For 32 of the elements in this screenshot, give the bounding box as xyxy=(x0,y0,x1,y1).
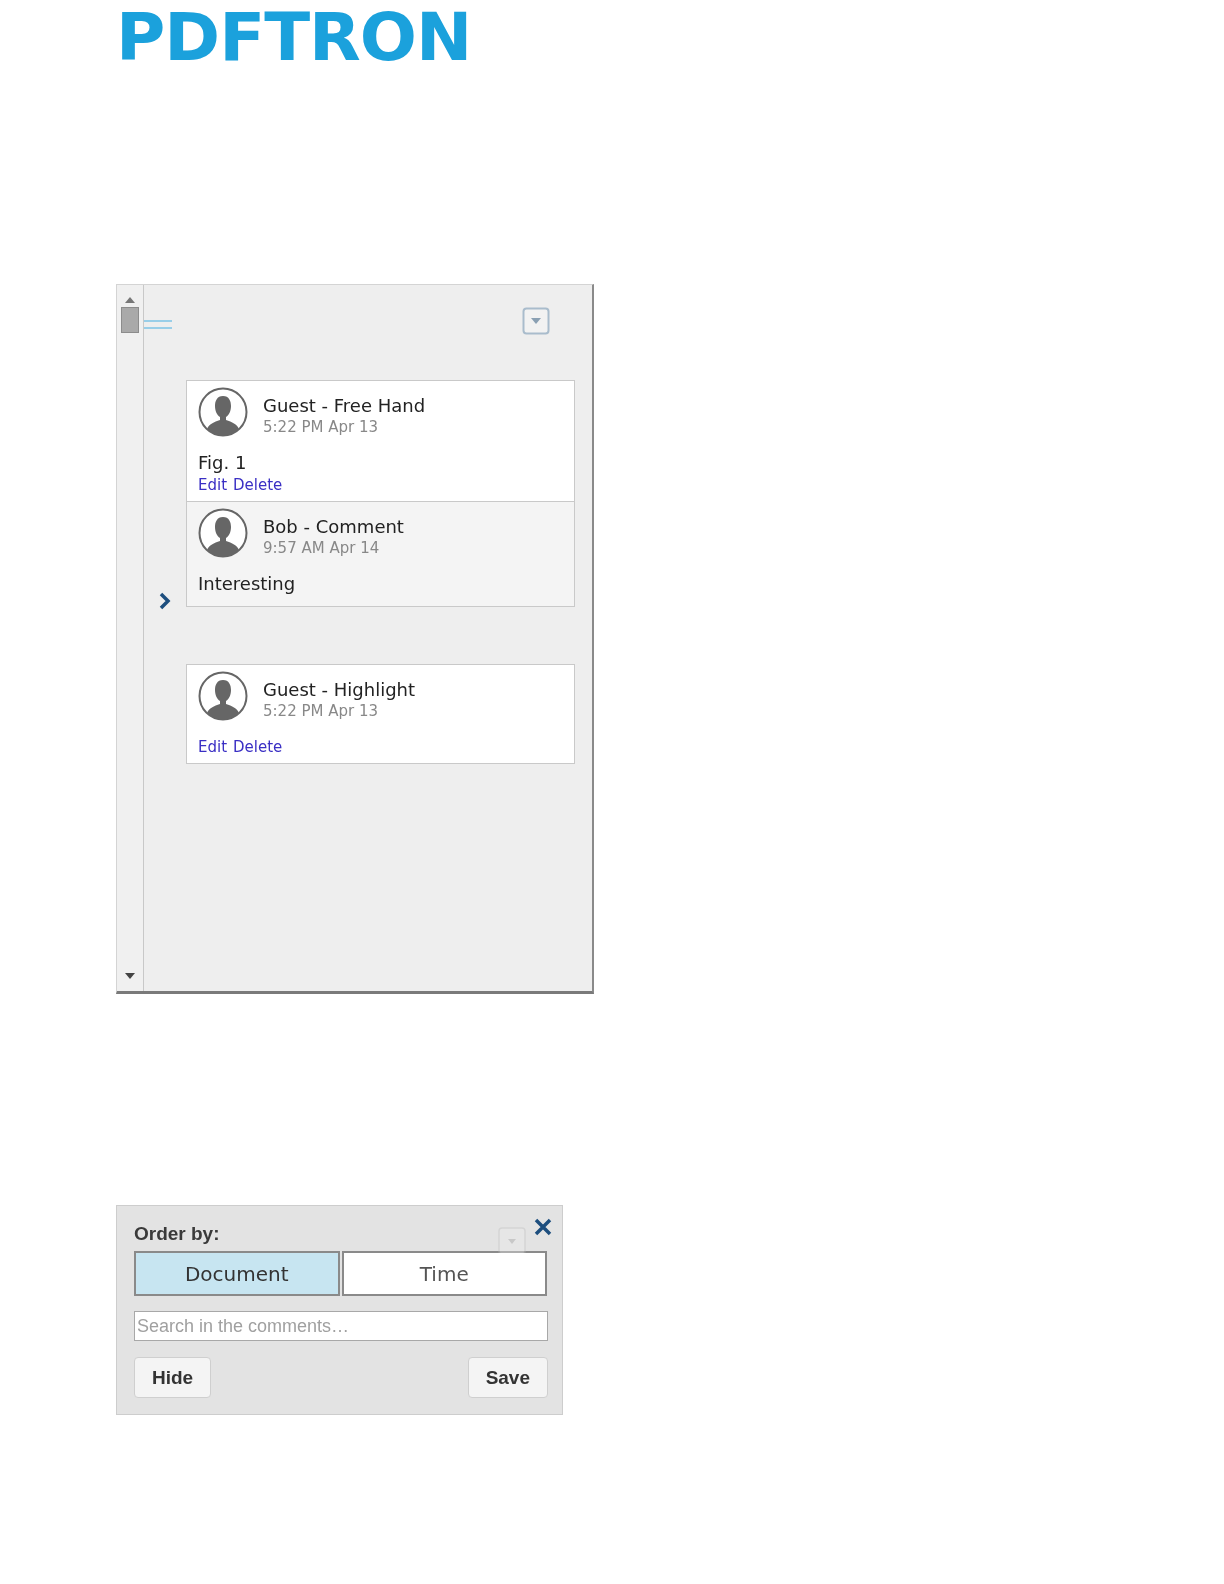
reply-card[interactable]: Bob - Comment 9:57 AM Apr 14 Interesting xyxy=(186,502,575,607)
hide-button[interactable]: Hide xyxy=(134,1357,212,1398)
avatar-icon xyxy=(198,508,248,558)
delete-link[interactable]: Delete xyxy=(233,475,283,495)
order-by-label: Order by: xyxy=(134,1223,220,1245)
close-icon[interactable] xyxy=(534,1218,552,1236)
save-button[interactable]: Save xyxy=(467,1357,548,1398)
comment-text: Fig. 1 xyxy=(198,451,248,475)
sort-tab[interactable]: Time xyxy=(341,1251,547,1296)
timestamp: 5:22 PM Apr 13 xyxy=(263,701,379,721)
scroll-down-icon[interactable] xyxy=(125,973,135,979)
timestamp: 9:57 AM Apr 14 xyxy=(263,538,381,558)
comment-card[interactable]: Guest - Highlight 5:22 PM Apr 13 Edit Delete xyxy=(186,664,575,764)
edit-link[interactable]: Edit xyxy=(198,737,228,757)
scroll-up-icon[interactable] xyxy=(125,297,135,303)
chevron-icon[interactable] xyxy=(158,591,172,611)
avatar-icon xyxy=(198,671,248,721)
sort-tab[interactable]: Document xyxy=(134,1251,340,1296)
menu-icon[interactable] xyxy=(144,320,172,329)
logo: PDFTRON xyxy=(116,12,472,64)
avatar-icon xyxy=(198,387,248,437)
comment-card[interactable]: Guest - Free Hand 5:22 PM Apr 13 Fig. 1 Edit Delete xyxy=(186,380,575,502)
comment-text: Interesting xyxy=(198,572,297,596)
author-title: Guest - Free Hand xyxy=(263,395,426,417)
delete-link[interactable]: Delete xyxy=(233,737,283,757)
author-title: Guest - Highlight xyxy=(263,679,416,701)
scroll-thumb[interactable] xyxy=(121,307,139,333)
search-field[interactable]: Search in the comments… xyxy=(134,1311,548,1341)
timestamp: 5:22 PM Apr 13 xyxy=(263,417,379,437)
edit-link[interactable]: Edit xyxy=(198,475,228,495)
dropdown-icon[interactable] xyxy=(522,307,550,335)
author-title: Bob - Comment xyxy=(263,516,404,538)
